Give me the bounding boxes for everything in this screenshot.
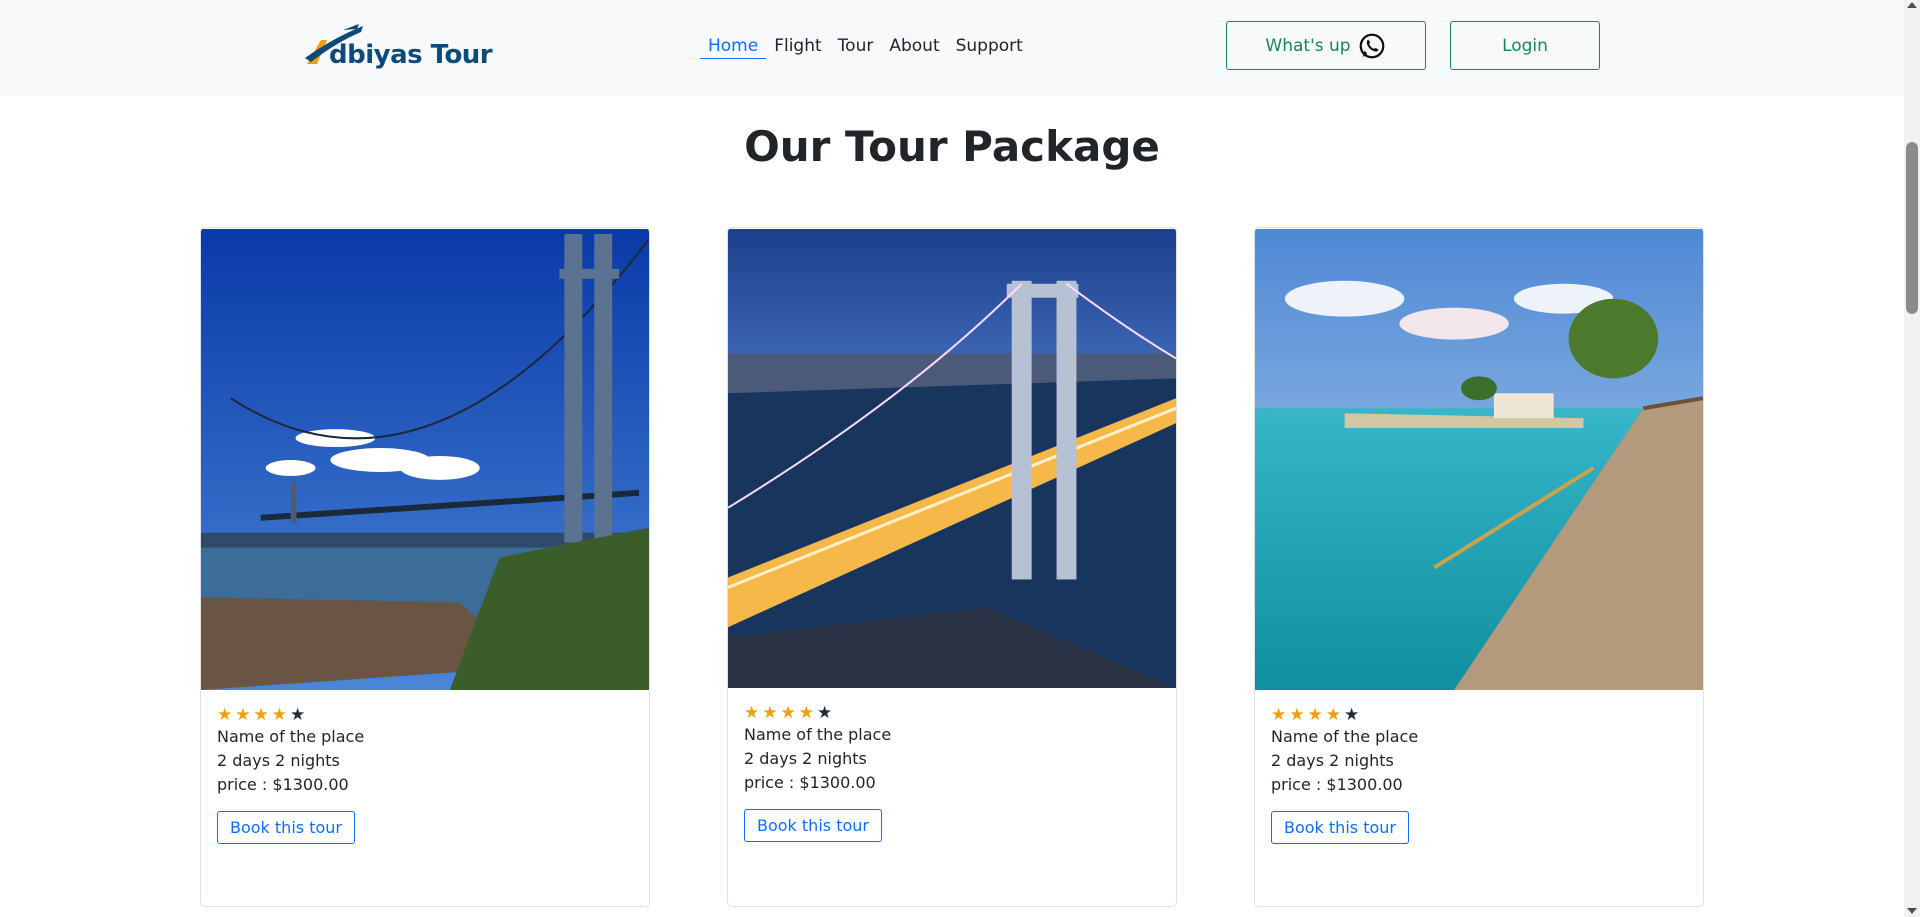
bridge-daytime-photo xyxy=(201,229,649,690)
star-icon: ★ xyxy=(217,705,233,725)
tour-duration: 2 days 2 nights xyxy=(744,749,867,768)
scrollbar-thumb[interactable] xyxy=(1906,142,1918,314)
brand-logo[interactable]: dbiyas Tour xyxy=(303,20,503,74)
book-tour-button[interactable]: Book this tour xyxy=(744,809,882,842)
nav-menu: Home Flight Tour About Support xyxy=(700,34,1031,59)
place-name: Name of the place xyxy=(744,725,892,744)
vertical-scrollbar[interactable] xyxy=(1904,0,1920,917)
star-icon: ★ xyxy=(762,703,778,723)
scroll-up-arrow-icon[interactable] xyxy=(1907,2,1917,8)
star-icon: ★ xyxy=(1271,705,1287,725)
card-body: ★ ★ ★ ★ ★ Name of the place 2 days 2 nig… xyxy=(728,689,1176,856)
star-icon: ★ xyxy=(253,705,269,725)
place-name: Name of the place xyxy=(1271,727,1419,746)
navbar: dbiyas Tour Home Flight Tour About Suppo… xyxy=(293,0,1613,96)
brand-name: dbiyas Tour xyxy=(329,40,493,70)
tropical-beach-photo xyxy=(1255,229,1703,690)
place-name: Name of the place xyxy=(217,727,365,746)
login-button[interactable]: Login xyxy=(1450,21,1600,70)
star-icon: ★ xyxy=(235,705,251,725)
star-icon: ★ xyxy=(1307,705,1323,725)
star-icon: ★ xyxy=(1344,705,1360,725)
nav-about[interactable]: About xyxy=(881,34,947,59)
nav-home[interactable]: Home xyxy=(700,34,767,59)
book-tour-button[interactable]: Book this tour xyxy=(1271,811,1409,844)
tour-card: ★ ★ ★ ★ ★ Name of the place 2 days 2 nig… xyxy=(727,227,1177,907)
nav-support[interactable]: Support xyxy=(948,34,1031,59)
section-title: Our Tour Package xyxy=(744,122,1160,171)
book-tour-button[interactable]: Book this tour xyxy=(217,811,355,844)
whatsapp-icon xyxy=(1359,33,1384,58)
star-icon: ★ xyxy=(1325,705,1341,725)
tour-card: ★ ★ ★ ★ ★ Name of the place 2 days 2 nig… xyxy=(200,227,650,907)
tour-price: price : $1300.00 xyxy=(744,773,876,792)
tour-price: price : $1300.00 xyxy=(217,775,349,794)
rating-stars: ★ ★ ★ ★ ★ xyxy=(217,705,633,725)
tour-price: price : $1300.00 xyxy=(1271,775,1403,794)
card-body: ★ ★ ★ ★ ★ Name of the place 2 days 2 nig… xyxy=(1255,691,1703,858)
star-icon: ★ xyxy=(780,703,796,723)
star-icon: ★ xyxy=(817,703,833,723)
rating-stars: ★ ★ ★ ★ ★ xyxy=(1271,705,1687,725)
card-body: ★ ★ ★ ★ ★ Name of the place 2 days 2 nig… xyxy=(201,691,649,858)
nav-tour[interactable]: Tour xyxy=(830,34,882,59)
tour-duration: 2 days 2 nights xyxy=(217,751,340,770)
tour-duration: 2 days 2 nights xyxy=(1271,751,1394,770)
tour-card: ★ ★ ★ ★ ★ Name of the place 2 days 2 nig… xyxy=(1254,227,1704,907)
whatsapp-button[interactable]: What's up xyxy=(1226,21,1426,70)
star-icon: ★ xyxy=(1289,705,1305,725)
scroll-down-arrow-icon[interactable] xyxy=(1907,908,1917,914)
bridge-night-photo xyxy=(728,229,1176,688)
rating-stars: ★ ★ ★ ★ ★ xyxy=(744,703,1160,723)
star-icon: ★ xyxy=(271,705,287,725)
star-icon: ★ xyxy=(744,703,760,723)
nav-flight[interactable]: Flight xyxy=(766,34,829,59)
star-icon: ★ xyxy=(798,703,814,723)
whatsapp-button-label: What's up xyxy=(1265,35,1351,56)
star-icon: ★ xyxy=(290,705,306,725)
